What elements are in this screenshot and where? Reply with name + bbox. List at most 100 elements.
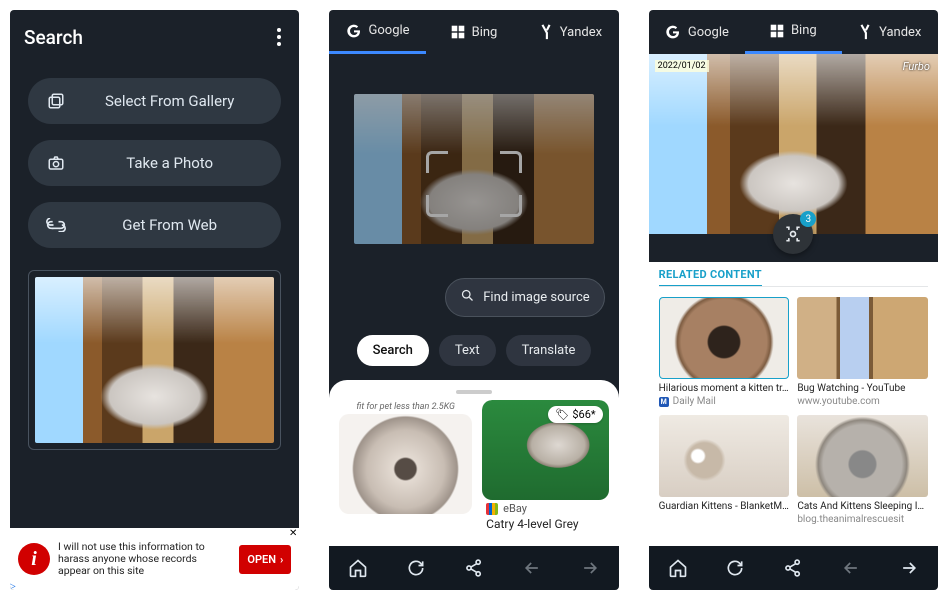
chip-text[interactable]: Text [439, 335, 496, 366]
related-title: Guardian Kittens - BlanketM… [659, 501, 790, 512]
yandex-icon [539, 24, 553, 40]
source-label: eBay [503, 502, 527, 515]
info-icon: i [18, 543, 50, 575]
tab-label: Bing [472, 25, 498, 40]
result-card[interactable]: 🏷 $66* eBay Catry 4-level Grey [482, 400, 609, 535]
crop-handle-tl[interactable] [426, 151, 448, 173]
watermark-brand: Furbo [903, 60, 930, 73]
select-from-gallery-button[interactable]: Select From Gallery [28, 78, 281, 124]
result-title: Catry 4-level Grey [482, 517, 609, 535]
price-tag: 🏷 $66* [548, 406, 602, 423]
nav-refresh-icon[interactable] [717, 550, 753, 586]
related-source: MDaily Mail [659, 396, 790, 407]
screen-bing-visual: Google Bing Yandex 2022/01/02 Furbo 3 RE… [649, 10, 938, 590]
result-caption: fit for pet less than 2.5KG [339, 400, 472, 414]
source-icon: M [659, 397, 669, 407]
page-title: Search [24, 26, 83, 49]
get-from-web-button[interactable]: Get From Web [28, 202, 281, 248]
related-title: Bug Watching - YouTube [797, 383, 928, 394]
search-image-icon [460, 288, 475, 307]
ad-open-button[interactable]: OPEN › [239, 545, 291, 574]
result-image [339, 414, 472, 514]
button-label: Find image source [483, 290, 589, 305]
chip-translate[interactable]: Translate [506, 335, 592, 366]
button-label: Take a Photo [96, 154, 263, 172]
find-image-source-button[interactable]: Find image source [445, 278, 604, 317]
ebay-icon [486, 503, 498, 515]
related-title: Hilarious moment a kitten tr… [659, 383, 790, 394]
selected-image-preview[interactable] [28, 270, 281, 450]
tab-label: Bing [791, 23, 817, 38]
tab-yandex[interactable]: Yandex [522, 10, 618, 54]
nav-share-icon[interactable] [456, 550, 492, 586]
tab-yandex[interactable]: Yandex [842, 10, 938, 54]
crop-handle-tr[interactable] [500, 151, 522, 173]
drag-handle-icon[interactable] [456, 390, 492, 394]
tab-bing[interactable]: Bing [426, 10, 522, 54]
tab-google[interactable]: Google [329, 10, 425, 54]
screen-google-lens: Google Bing Yandex Find image source [329, 10, 618, 590]
adchoices-icon[interactable]: ▷ [10, 581, 16, 590]
result-source: eBay [482, 500, 609, 517]
tab-bing[interactable]: Bing [745, 10, 841, 54]
header: Search [10, 10, 299, 70]
visual-search-crop-button[interactable]: 3 [773, 214, 813, 254]
related-card[interactable]: Cats And Kittens Sleeping I… blog.theani… [797, 415, 928, 525]
related-card[interactable]: Hilarious moment a kitten tr… MDaily Mai… [659, 297, 790, 407]
ad-text: I will not use this information to haras… [58, 541, 231, 577]
related-card[interactable]: Bug Watching - YouTube www.youtube.com [797, 297, 928, 407]
tab-label: Google [688, 25, 729, 40]
related-heading: RELATED CONTENT [659, 262, 762, 287]
camera-icon [46, 154, 66, 172]
ad-cta-label: OPEN [247, 553, 276, 566]
bottom-nav [329, 546, 618, 590]
tab-label: Google [369, 23, 410, 38]
price-value: $66* [572, 408, 595, 421]
lens-body: Find image source Search Text Translate … [329, 54, 618, 590]
crop-handle-bl[interactable] [426, 195, 448, 217]
nav-home-icon[interactable] [340, 550, 376, 586]
chevron-right-icon: › [280, 553, 283, 566]
take-photo-button[interactable]: Take a Photo [28, 140, 281, 186]
watermark-date: 2022/01/02 [655, 60, 709, 72]
tab-label: Yandex [879, 25, 921, 40]
search-engine-tabs: Google Bing Yandex [329, 10, 618, 54]
gallery-icon [46, 92, 66, 110]
crop-handle-br[interactable] [500, 195, 522, 217]
related-source: www.youtube.com [797, 396, 928, 407]
tab-label: Yandex [560, 25, 602, 40]
button-label: Get From Web [96, 216, 263, 234]
nav-forward-icon[interactable] [572, 550, 608, 586]
query-image-crop-area[interactable] [354, 94, 594, 244]
query-image[interactable]: 2022/01/02 Furbo [649, 54, 938, 234]
google-icon [665, 24, 681, 40]
nav-share-icon[interactable] [775, 550, 811, 586]
bing-icon [451, 25, 465, 39]
ad-banner[interactable]: i I will not use this information to har… [10, 528, 299, 590]
link-icon [46, 218, 66, 232]
preview-image [35, 277, 274, 443]
nav-forward-icon[interactable] [891, 550, 927, 586]
related-card[interactable]: Guardian Kittens - BlanketM… [659, 415, 790, 525]
nav-back-icon[interactable] [833, 550, 869, 586]
lens-mode-chips: Search Text Translate [357, 335, 592, 366]
nav-refresh-icon[interactable] [398, 550, 434, 586]
search-engine-tabs: Google Bing Yandex [649, 10, 938, 54]
nav-back-icon[interactable] [514, 550, 550, 586]
tag-icon: 🏷 [555, 408, 569, 421]
chip-search[interactable]: Search [357, 335, 429, 366]
yandex-icon [858, 24, 872, 40]
related-image [797, 297, 928, 379]
related-image [659, 415, 790, 497]
result-card[interactable]: fit for pet less than 2.5KG [339, 400, 472, 535]
tab-google[interactable]: Google [649, 10, 745, 54]
related-sheet: RELATED CONTENT Hilarious moment a kitte… [649, 262, 938, 590]
button-label: Select From Gallery [96, 92, 263, 110]
ad-close-icon[interactable]: ✕ [289, 528, 297, 539]
nav-home-icon[interactable] [660, 550, 696, 586]
related-image [797, 415, 928, 497]
screen-search-home: Search Select From Gallery Take a Photo … [10, 10, 299, 590]
bottom-nav [649, 546, 938, 590]
bing-icon [770, 24, 784, 38]
overflow-menu-icon[interactable] [273, 24, 285, 50]
